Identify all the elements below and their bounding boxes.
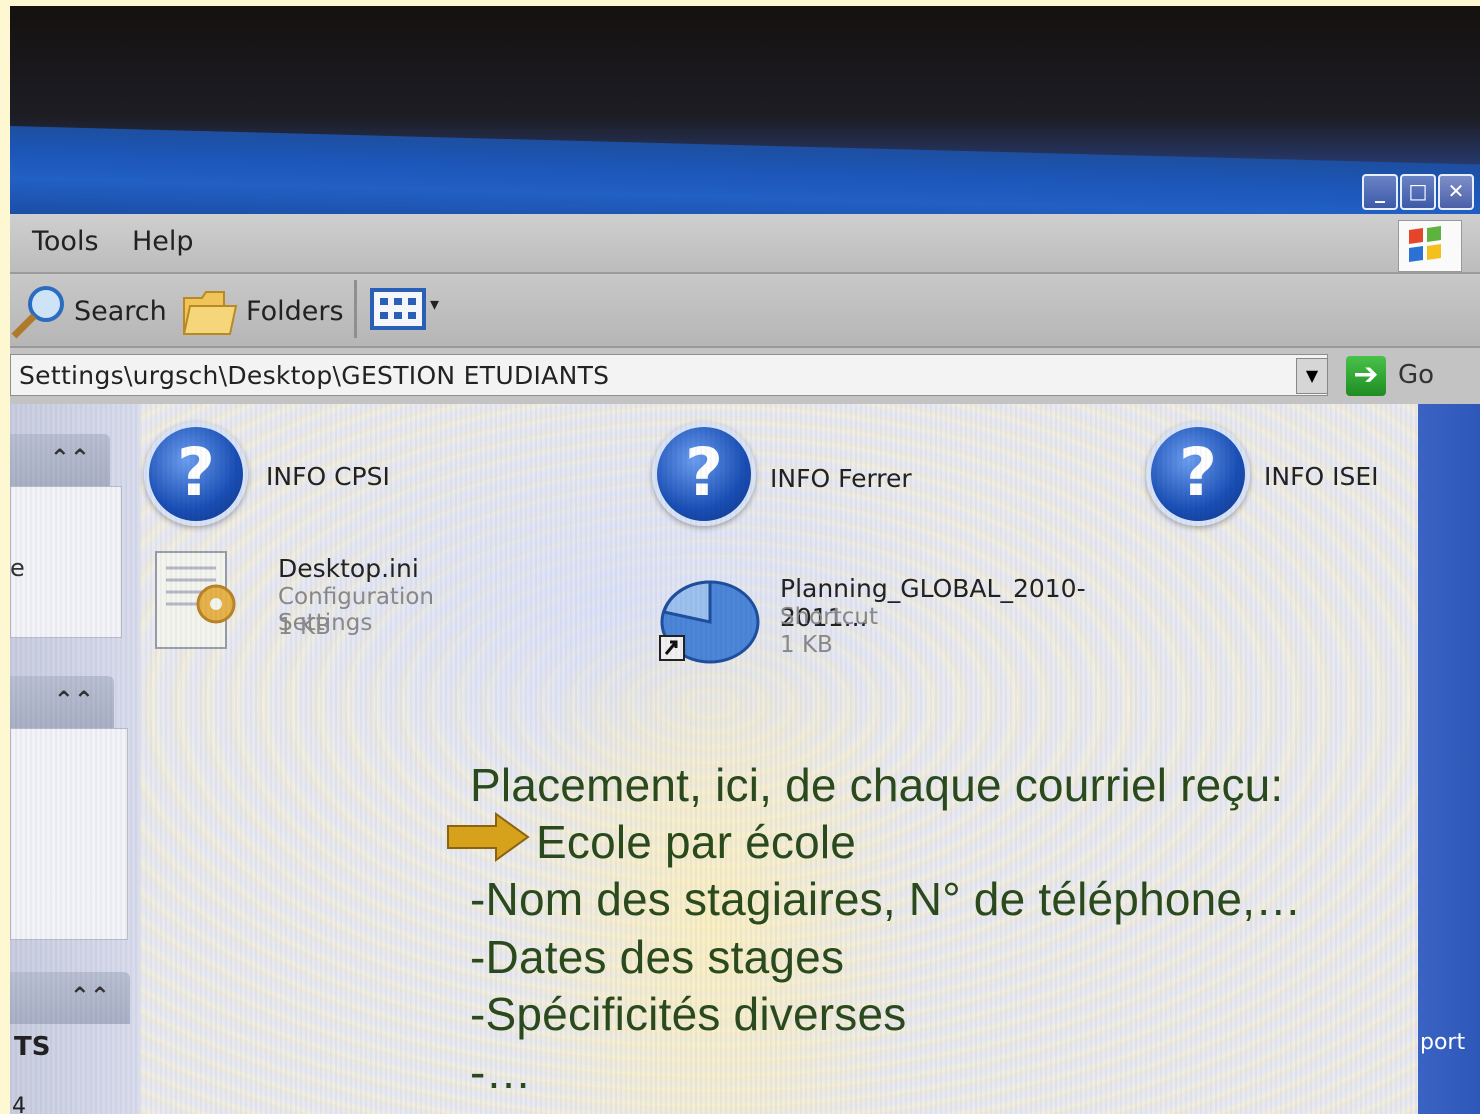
file-size: 1 KB xyxy=(278,614,331,640)
folders-label: Folders xyxy=(246,296,344,327)
file-item[interactable]: Planning_GLOBAL_2010-2011... Shortcut 1 … xyxy=(648,564,1168,684)
file-size: 1 KB xyxy=(780,632,833,658)
annotation-line-5: -Spécificités diverses xyxy=(470,988,907,1040)
task-pane-header-1[interactable]: ⌃⌃ xyxy=(10,434,110,486)
annotation-line-3: -Nom des stagiaires, N° de téléphone,… xyxy=(470,873,1302,925)
file-name: INFO ISEI xyxy=(1264,462,1379,491)
annotation-line-4: -Dates des stages xyxy=(470,931,845,983)
annotation-line-2: Ecole par école xyxy=(536,816,857,868)
file-name: INFO Ferrer xyxy=(770,464,912,493)
folders-icon xyxy=(182,291,238,335)
task-pane-title-fragment: TS xyxy=(14,1032,51,1062)
collapse-chevron-icon: ⌃⌃ xyxy=(69,982,110,1010)
collapse-chevron-icon: ⌃⌃ xyxy=(49,444,90,472)
file-item[interactable]: ? INFO CPSI xyxy=(144,422,464,532)
task-pane-body-1 xyxy=(10,486,122,638)
task-pane-text-fragment: 4 xyxy=(12,1094,26,1114)
maximize-button[interactable]: □ xyxy=(1400,174,1436,210)
windows-logo-icon xyxy=(1398,220,1462,272)
toolbar-separator xyxy=(354,280,357,338)
menu-tools[interactable]: Tools xyxy=(32,226,99,257)
help-icon: ? xyxy=(144,422,248,526)
task-pane: ⌃⌃ e ⌃⌃ ⌃⌃ TS 4 xyxy=(10,404,140,1114)
close-button[interactable]: ✕ xyxy=(1438,174,1474,210)
address-dropdown-button[interactable]: ▼ xyxy=(1296,358,1328,394)
file-item[interactable]: ? INFO Ferrer xyxy=(652,422,972,532)
arrow-right-icon xyxy=(447,812,530,862)
help-icon: ? xyxy=(1146,422,1250,526)
folders-button[interactable]: Folders xyxy=(180,278,350,342)
file-name: INFO CPSI xyxy=(266,462,390,491)
chevron-down-icon: ▾ xyxy=(430,294,440,315)
right-edge-text-fragment: port xyxy=(1420,1030,1466,1055)
menu-bar: Tools Help xyxy=(10,214,1480,274)
address-input[interactable]: Settings\urgsch\Desktop\GESTION ETUDIANT… xyxy=(10,354,1328,396)
file-item[interactable]: ? INFO ISEI xyxy=(1146,422,1406,532)
search-button[interactable]: Search xyxy=(10,278,170,342)
annotation-line-6: -… xyxy=(470,1046,532,1098)
go-label: Go xyxy=(1398,360,1435,390)
file-item[interactable]: Desktop.ini Configuration Settings 1 KB xyxy=(150,546,530,666)
file-name: Desktop.ini xyxy=(278,554,419,583)
address-bar: Settings\urgsch\Desktop\GESTION ETUDIANT… xyxy=(10,348,1480,404)
file-type: Shortcut xyxy=(780,604,878,630)
task-pane-header-3[interactable]: ⌃⌃ xyxy=(10,972,130,1024)
annotation-line-1: Placement, ici, de chaque courriel reçu: xyxy=(470,759,1284,811)
go-arrow-icon: ➔ xyxy=(1346,356,1386,396)
task-pane-text-fragment: e xyxy=(10,554,25,582)
toolbar: Search Folders ▾ xyxy=(10,274,1480,348)
views-grid-icon xyxy=(370,288,426,330)
task-pane-header-2[interactable]: ⌃⌃ xyxy=(10,676,114,728)
search-label: Search xyxy=(74,296,167,327)
search-icon xyxy=(11,286,64,339)
collapse-chevron-icon: ⌃⌃ xyxy=(53,686,94,714)
minimize-button[interactable]: _ xyxy=(1362,174,1398,210)
menu-help[interactable]: Help xyxy=(132,226,194,257)
config-file-icon xyxy=(155,551,236,649)
pie-chart-shortcut-icon xyxy=(659,580,760,664)
views-button[interactable]: ▾ xyxy=(370,286,450,332)
go-button[interactable]: ➔ Go xyxy=(1346,354,1456,398)
right-task-pane-edge xyxy=(1418,404,1480,1114)
task-pane-body-2 xyxy=(10,728,128,940)
help-icon: ? xyxy=(652,422,756,526)
